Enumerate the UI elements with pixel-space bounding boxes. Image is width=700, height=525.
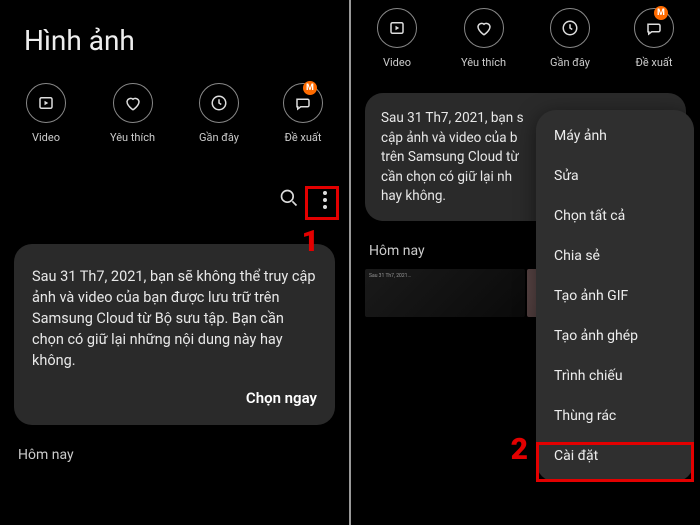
menu-select-all[interactable]: Chọn tất cả xyxy=(536,196,694,236)
clock-icon xyxy=(550,8,590,48)
menu-trash[interactable]: Thùng rác xyxy=(536,396,694,436)
badge-m: M xyxy=(654,6,668,20)
menu-gif[interactable]: Tạo ảnh GIF xyxy=(536,276,694,316)
quick-favorite[interactable]: Yêu thích xyxy=(110,83,155,144)
quick-access-row: Video Yêu thích Gần đây M Đề xuất xyxy=(351,0,700,79)
menu-collage[interactable]: Tạo ảnh ghép xyxy=(536,316,694,356)
context-menu: Máy ảnh Sửa Chọn tất cả Chia sẻ Tạo ảnh … xyxy=(536,110,694,482)
page-title: Hình ảnh xyxy=(0,0,349,65)
notice-card: Sau 31 Th7, 2021, bạn sẽ không thể truy … xyxy=(14,244,335,425)
clock-icon xyxy=(199,83,239,123)
menu-settings[interactable]: Cài đặt xyxy=(536,436,694,476)
today-label: Hôm nay xyxy=(0,425,349,471)
video-icon xyxy=(26,83,66,123)
menu-share[interactable]: Chia sẻ xyxy=(536,236,694,276)
screen-right: Video Yêu thích Gần đây M Đề xuất Sau 31… xyxy=(351,0,700,525)
step2-label: 2 xyxy=(511,432,528,467)
more-menu-button[interactable] xyxy=(319,187,331,213)
quick-suggest[interactable]: M Đề xuất xyxy=(283,83,323,144)
step1-label: 1 xyxy=(302,224,319,259)
menu-slideshow[interactable]: Trình chiếu xyxy=(536,356,694,396)
video-icon xyxy=(377,8,417,48)
menu-camera[interactable]: Máy ảnh xyxy=(536,116,694,156)
quick-video[interactable]: Video xyxy=(377,8,417,69)
quick-recent[interactable]: Gần đây xyxy=(550,8,590,69)
menu-edit[interactable]: Sửa xyxy=(536,156,694,196)
badge-m: M xyxy=(303,81,317,95)
screen-left: Hình ảnh Video Yêu thích Gần đây M Đề xu… xyxy=(0,0,349,525)
thumbnail[interactable]: Sau 31 Th7, 2021... xyxy=(365,269,525,317)
choose-now-button[interactable]: Chọn ngay xyxy=(32,389,317,407)
action-row xyxy=(0,154,349,226)
quick-access-row: Video Yêu thích Gần đây M Đề xuất xyxy=(0,65,349,154)
notice-text: Sau 31 Th7, 2021, bạn sẽ không thể truy … xyxy=(32,266,317,371)
quick-favorite[interactable]: Yêu thích xyxy=(461,8,506,69)
heart-icon xyxy=(113,83,153,123)
heart-icon xyxy=(464,8,504,48)
search-icon[interactable] xyxy=(275,184,303,216)
quick-recent[interactable]: Gần đây xyxy=(199,83,239,144)
quick-suggest[interactable]: M Đề xuất xyxy=(634,8,674,69)
quick-video[interactable]: Video xyxy=(26,83,66,144)
